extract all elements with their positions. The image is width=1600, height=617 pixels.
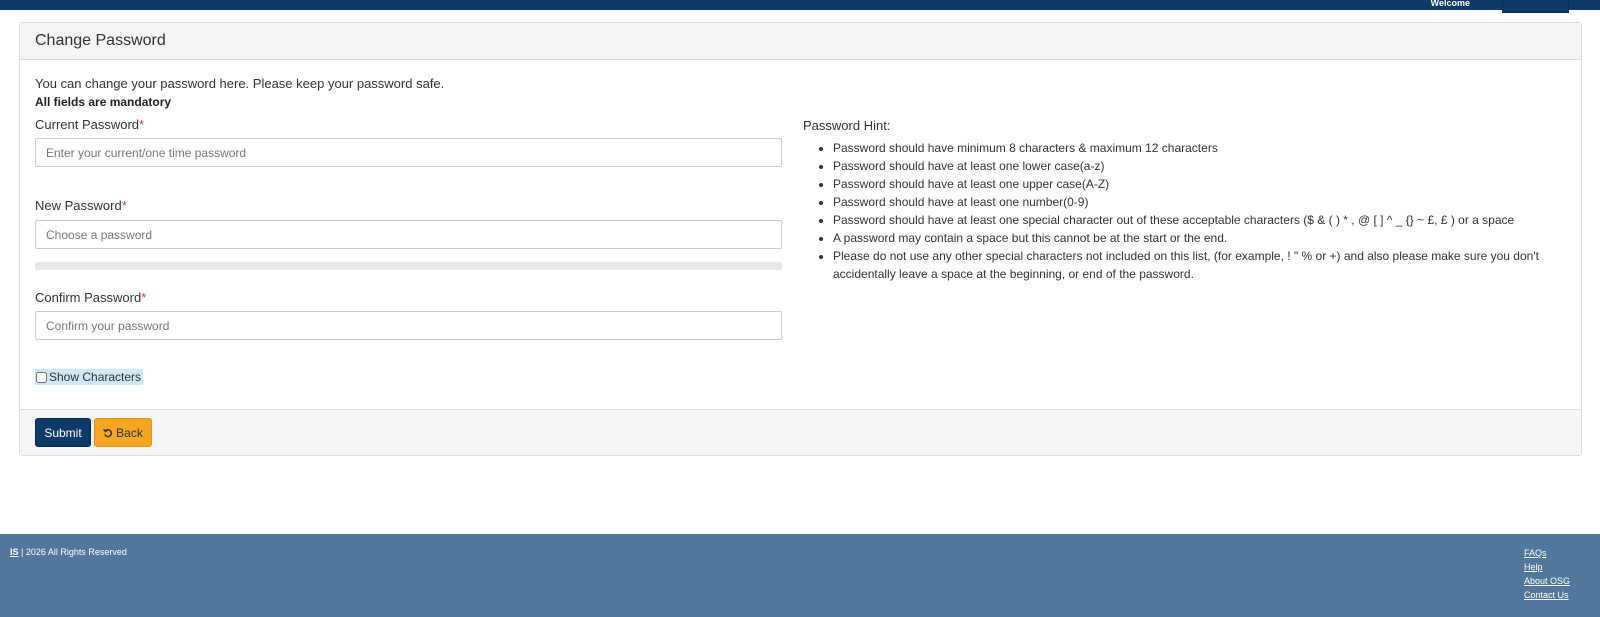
- confirm-password-label: Confirm Password*: [35, 290, 146, 305]
- current-password-input[interactable]: [35, 138, 782, 167]
- intro-text: You can change your password here. Pleas…: [35, 76, 445, 91]
- top-navbar: Welcome: [0, 0, 1600, 13]
- confirm-password-input[interactable]: [35, 311, 782, 340]
- footer-link-faqs[interactable]: FAQs: [1524, 546, 1547, 560]
- mandatory-note: All fields are mandatory: [35, 95, 172, 109]
- new-password-input[interactable]: [35, 220, 782, 249]
- show-characters-label: Show Characters: [49, 370, 142, 384]
- password-hint-title: Password Hint:: [803, 118, 891, 133]
- confirm-password-label-text: Confirm Password: [35, 290, 142, 305]
- panel-body: You can change your password here. Pleas…: [20, 60, 1581, 411]
- user-menu[interactable]: [1502, 0, 1569, 13]
- new-password-label: New Password*: [35, 198, 127, 213]
- hint-item: Password should have at least one upper …: [833, 175, 1543, 193]
- password-strength-meter: [35, 262, 782, 270]
- required-mark: *: [121, 198, 127, 213]
- hint-item: Password should have at least one specia…: [833, 211, 1543, 229]
- panel-title: Change Password: [20, 23, 1581, 60]
- submit-button[interactable]: Submit: [35, 418, 91, 447]
- show-characters-checkbox[interactable]: [36, 371, 47, 383]
- back-button-label: Back: [116, 425, 143, 440]
- site-footer: IS | 2026 All Rights Reserved FAQs Help …: [0, 534, 1600, 617]
- hint-item: A password may contain a space but this …: [833, 229, 1543, 247]
- current-password-label: Current Password*: [35, 117, 144, 132]
- copyright: IS | 2026 All Rights Reserved: [10, 547, 127, 557]
- change-password-panel: Change Password You can change your pass…: [19, 22, 1582, 456]
- hint-item: Password should have minimum 8 character…: [833, 139, 1543, 157]
- undo-icon: [103, 428, 113, 438]
- password-hint-list: Password should have minimum 8 character…: [803, 139, 1543, 283]
- welcome-text: Welcome: [1430, 0, 1470, 8]
- footer-link-about-osg[interactable]: About OSG: [1524, 574, 1570, 588]
- hint-item: Please do not use any other special char…: [833, 247, 1543, 283]
- brand-link[interactable]: IS: [10, 547, 19, 557]
- hint-item: Password should have at least one number…: [833, 193, 1543, 211]
- new-password-label-text: New Password: [35, 198, 122, 213]
- copyright-text: | 2026 All Rights Reserved: [18, 547, 127, 557]
- back-button[interactable]: Back: [94, 418, 152, 447]
- required-mark: *: [141, 290, 147, 305]
- current-password-label-text: Current Password: [35, 117, 140, 132]
- hint-item: Password should have at least one lower …: [833, 157, 1543, 175]
- panel-footer: Submit Back: [20, 409, 1581, 455]
- show-characters-toggle[interactable]: Show Characters: [35, 369, 144, 385]
- footer-link-contact-us[interactable]: Contact Us: [1524, 588, 1569, 602]
- footer-link-help[interactable]: Help: [1524, 560, 1543, 574]
- required-mark: *: [139, 117, 145, 132]
- footer-links: FAQs Help About OSG Contact Us: [1524, 546, 1570, 602]
